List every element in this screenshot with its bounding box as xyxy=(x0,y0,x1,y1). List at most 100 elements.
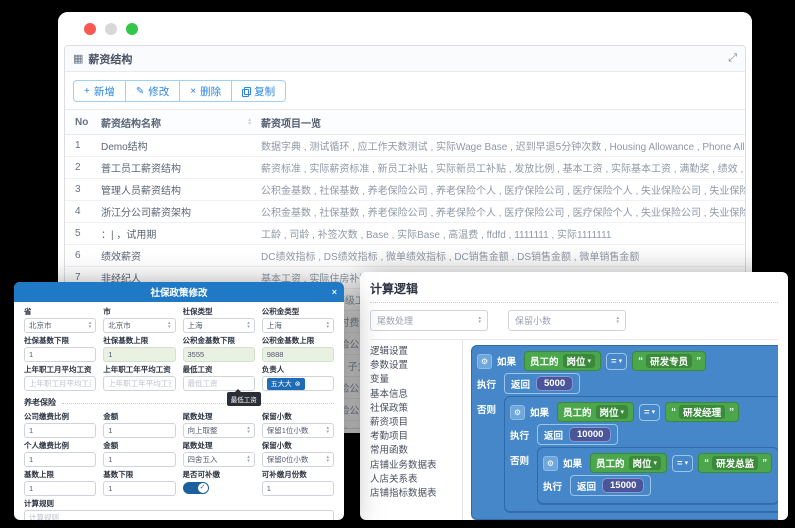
plus-icon: + xyxy=(84,86,90,97)
table-row[interactable]: 4浙江分公司薪资架构公积金基数 , 社保基数 , 养老保险公司 , 养老保险个人… xyxy=(65,201,745,223)
select-arrows-icon: ▴▾ xyxy=(247,427,250,434)
field-dropdown[interactable]: 岗位▾ xyxy=(563,354,596,368)
table-header: No 薪资结构名称 ▴▾ 薪资项目一览 xyxy=(65,109,745,135)
manager-input[interactable]: 五大大 ⊗ xyxy=(262,376,334,391)
personal-ratio-input[interactable]: 1 xyxy=(24,452,96,467)
table-row[interactable]: 3管理人员薪资结构公积金基数 , 社保基数 , 养老保险公司 , 养老保险个人 … xyxy=(65,179,745,201)
operator-block[interactable]: =▾ xyxy=(606,353,627,370)
caret-down-icon: ▾ xyxy=(588,357,592,365)
fund-base-max-input[interactable]: 9888 xyxy=(262,347,334,362)
string-block[interactable]: “ 研发专员 ” xyxy=(632,351,706,371)
ss-base-min-input[interactable]: 1 xyxy=(24,347,96,362)
year-avg-input[interactable] xyxy=(108,379,170,388)
edit-button[interactable]: ✎ 修改 xyxy=(125,80,180,102)
select-arrows-icon: ▴▾ xyxy=(616,317,619,324)
fund-base-min-input[interactable]: 3555 xyxy=(183,347,255,362)
return-block[interactable]: 返回 15000 xyxy=(570,475,651,496)
number-block[interactable]: 5000 xyxy=(536,376,573,391)
city-select[interactable]: 北京市 ▴▾ xyxy=(103,318,175,333)
copy-icon xyxy=(242,87,250,96)
menu-item-common-functions[interactable]: 常用函数 xyxy=(370,444,462,458)
menu-item-store-business-table[interactable]: 店铺业务数据表 xyxy=(370,459,462,473)
return-block[interactable]: 返回 5000 xyxy=(504,373,580,394)
minimize-traffic-light[interactable] xyxy=(105,23,117,35)
social-type-select[interactable]: 上海 ▴▾ xyxy=(183,318,255,333)
select-arrows-icon: ▴▾ xyxy=(247,456,250,463)
fund-type-field: 公积金类型 上海 ▴▾ xyxy=(262,307,334,333)
company-ratio-field: 公司缴费比例 1 xyxy=(24,412,96,438)
zoom-traffic-light[interactable] xyxy=(126,23,138,35)
menu-item-store-index-table[interactable]: 店铺指标数据表 xyxy=(370,487,462,501)
menu-item-attendance-items[interactable]: 考勤项目 xyxy=(370,430,462,444)
menu-item-person-store-table[interactable]: 人店关系表 xyxy=(370,473,462,487)
makeup-months-input[interactable]: 1 xyxy=(262,481,334,496)
modal-close-icon[interactable]: × xyxy=(332,282,337,302)
menu-item-variables[interactable]: 变量 xyxy=(370,373,462,387)
manager-field: 负责人 五大大 ⊗ xyxy=(262,365,334,391)
base-min-input[interactable]: 1 xyxy=(103,481,175,496)
sort-icon[interactable]: ▴▾ xyxy=(248,118,251,126)
base-min-field: 基数下限 1 xyxy=(103,470,175,496)
personal-amount-input[interactable]: 1 xyxy=(103,452,175,467)
table-row[interactable]: 1Demo结构数据字典 , 测试循环 , 应工作天数测试 , 实际Wage Ba… xyxy=(65,135,745,157)
copy-button[interactable]: 复制 xyxy=(231,80,286,102)
string-block[interactable]: “ 研发经理 ” xyxy=(665,402,739,422)
caret-down-icon: ▾ xyxy=(619,357,623,365)
if-block-level3[interactable]: ⚙ 如果 员工的 岗位▾ =▾ “ xyxy=(537,447,778,504)
select-arrows-icon: ▴▾ xyxy=(247,322,250,329)
min-wage-field: 最低工资 最低工资 xyxy=(183,365,255,391)
gear-icon[interactable]: ⚙ xyxy=(477,354,492,369)
blocks-canvas[interactable]: ⚙ 如果 员工的 岗位▾ =▾ “ 研发专员 ” xyxy=(463,340,778,520)
if-block-level2[interactable]: ⚙ 如果 员工的 岗位▾ =▾ “ 研发经理 ” xyxy=(504,396,778,512)
fund-type-select[interactable]: 上海 ▴▾ xyxy=(262,318,334,333)
company-rounding-select[interactable]: 向上取整 ▴▾ xyxy=(183,423,255,438)
manager-tag[interactable]: 五大大 ⊗ xyxy=(267,378,305,390)
allow-makeup-toggle[interactable]: ✓ xyxy=(183,482,209,494)
gear-icon[interactable]: ⚙ xyxy=(543,456,558,471)
expand-icon[interactable]: ⤢ xyxy=(728,52,737,65)
calc-rule-input[interactable] xyxy=(29,513,329,520)
province-select[interactable]: 北京市 ▴▾ xyxy=(24,318,96,333)
tag-close-icon[interactable]: ⊗ xyxy=(295,380,301,388)
toolbar: + 新增 ✎ 修改 × 删除 复制 xyxy=(65,72,745,109)
company-amount-input[interactable]: 1 xyxy=(103,423,175,438)
rounding-select[interactable]: 尾数处理 ▴▾ xyxy=(370,310,488,331)
field-dropdown[interactable]: 岗位▾ xyxy=(629,456,662,470)
return-block[interactable]: 返回 10000 xyxy=(537,424,618,445)
month-avg-field: 上年职工月平均工资 xyxy=(24,365,96,391)
company-decimal-field: 保留小数 保留1位小数 ▴▾ xyxy=(262,412,334,438)
operator-block[interactable]: =▾ xyxy=(639,404,660,421)
table-row[interactable]: 2普工员工薪资结构薪资标准 , 实际薪资标准 , 新员工补贴 , 实际新员工补贴… xyxy=(65,157,745,179)
personal-rounding-select[interactable]: 四舍五入 ▴▾ xyxy=(183,452,255,467)
table-row[interactable]: 5：| ，试用期工龄 , 司龄 , 补签次数 , Base , 实际Base ,… xyxy=(65,223,745,245)
gear-icon[interactable]: ⚙ xyxy=(510,405,525,420)
number-block[interactable]: 15000 xyxy=(602,478,644,493)
makeup-months-field: 可补缴月份数 1 xyxy=(262,470,334,496)
menu-item-parameter-settings[interactable]: 参数设置 xyxy=(370,359,462,373)
min-wage-input[interactable] xyxy=(188,379,250,388)
decimal-select[interactable]: 保留小数 ▴▾ xyxy=(508,310,626,331)
menu-item-social-policy[interactable]: 社保政策 xyxy=(370,402,462,416)
if-block-level1[interactable]: ⚙ 如果 员工的 岗位▾ =▾ “ 研发专员 ” xyxy=(471,345,778,520)
personal-decimal-select[interactable]: 保留0位小数 ▴▾ xyxy=(262,452,334,467)
caret-down-icon: ▾ xyxy=(654,459,658,467)
string-block[interactable]: “ 研发总监 ” xyxy=(698,453,772,473)
number-block[interactable]: 10000 xyxy=(569,427,611,442)
ss-base-max-input[interactable]: 1 xyxy=(103,347,175,362)
add-button[interactable]: + 新增 xyxy=(73,80,126,102)
menu-item-basic-info[interactable]: 基本信息 xyxy=(370,388,462,402)
menu-item-salary-items[interactable]: 薪资项目 xyxy=(370,416,462,430)
field-dropdown[interactable]: 岗位▾ xyxy=(596,405,629,419)
close-traffic-light[interactable] xyxy=(84,23,96,35)
base-max-input[interactable]: 1 xyxy=(24,481,96,496)
table-row[interactable]: 6绩效薪资DC绩效指标 , DS绩效指标 , 微单绩效指标 , DC销售金额 ,… xyxy=(65,245,745,267)
company-ratio-input[interactable]: 1 xyxy=(24,423,96,438)
company-decimal-select[interactable]: 保留1位小数 ▴▾ xyxy=(262,423,334,438)
employee-field-block[interactable]: 员工的 岗位▾ xyxy=(524,351,601,371)
month-avg-input[interactable] xyxy=(29,379,91,388)
employee-field-block[interactable]: 员工的 岗位▾ xyxy=(557,402,634,422)
menu-item-logic-settings[interactable]: 逻辑设置 xyxy=(370,345,462,359)
operator-block[interactable]: =▾ xyxy=(672,455,693,472)
delete-button[interactable]: × 删除 xyxy=(179,80,232,102)
employee-field-block[interactable]: 员工的 岗位▾ xyxy=(590,453,667,473)
